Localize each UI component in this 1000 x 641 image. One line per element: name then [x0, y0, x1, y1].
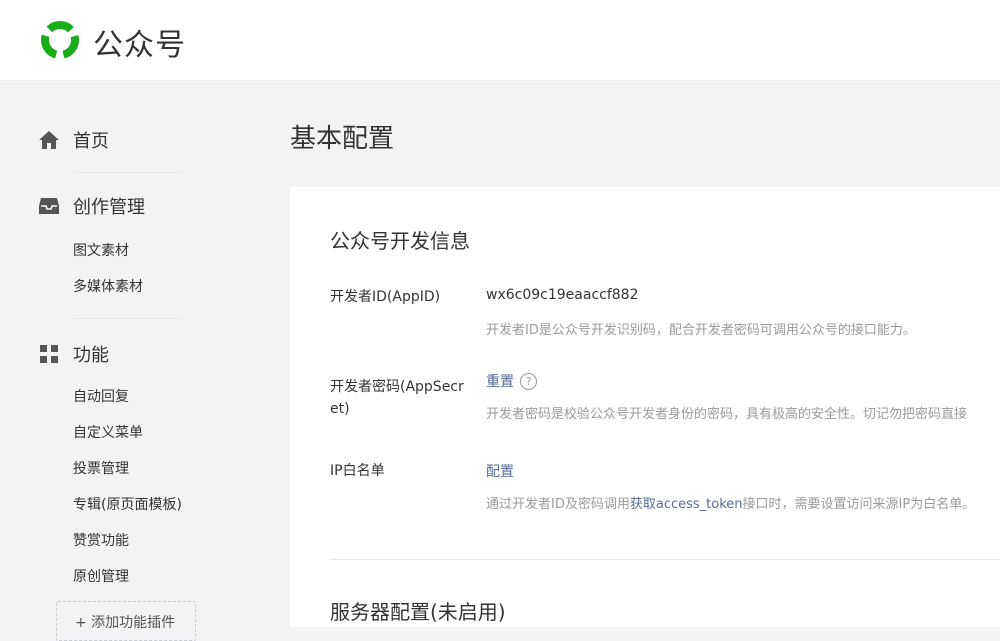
sidebar: 首页 创作管理 图文素材 多媒体素材 功能 自动回复 自定义菜单 投票管理 专辑…: [0, 81, 250, 641]
access-token-link[interactable]: 获取access_token: [630, 497, 743, 512]
reset-secret-link[interactable]: 重置: [486, 374, 514, 390]
page-title: 基本配置: [290, 124, 395, 154]
sidebar-item-features[interactable]: 功能: [38, 341, 109, 367]
section-title-dev-info: 公众号开发信息: [330, 229, 470, 253]
sidebar-divider: [73, 172, 181, 173]
appid-description: 开发者ID是公众号开发识别码，配合开发者密码可调用公众号的接口能力。: [486, 323, 916, 338]
sidebar-item-label: 功能: [73, 345, 109, 366]
brand-name: 公众号: [93, 28, 186, 63]
ip-desc-suffix: 接口时，需要设置访问来源IP为白名单。: [742, 497, 976, 512]
appsecret-label: 开发者密码(AppSecret): [330, 379, 464, 417]
sidebar-item-reward[interactable]: 赞赏功能: [73, 530, 129, 550]
appid-value: wx6c09c19eaaccf882: [486, 287, 639, 303]
appid-label: 开发者ID(AppID): [330, 289, 441, 305]
sidebar-item-home[interactable]: 首页: [38, 127, 109, 153]
help-icon[interactable]: ?: [520, 373, 537, 390]
sidebar-item-label: 首页: [73, 131, 109, 152]
appsecret-actions: 重置?: [486, 371, 537, 391]
sidebar-item-album[interactable]: 专辑(原页面模板): [73, 494, 182, 514]
sidebar-item-vote-management[interactable]: 投票管理: [73, 458, 129, 478]
sidebar-item-content-management[interactable]: 创作管理: [38, 193, 145, 219]
sidebar-item-graphic-material[interactable]: 图文素材: [73, 240, 129, 260]
ip-whitelist-description: 通过开发者ID及密码调用获取access_token接口时，需要设置访问来源IP…: [486, 493, 975, 512]
section-divider: [330, 559, 1000, 560]
section-title-server-config: 服务器配置(未启用): [330, 600, 506, 624]
ip-whitelist-actions: 配置: [486, 461, 514, 481]
sidebar-item-original-management[interactable]: 原创管理: [73, 566, 129, 586]
config-card: 公众号开发信息 开发者ID(AppID) wx6c09c19eaaccf882 …: [290, 187, 1000, 627]
sidebar-item-label: 创作管理: [73, 197, 145, 218]
grid-icon: [38, 343, 60, 365]
configure-ip-link[interactable]: 配置: [486, 464, 514, 480]
inbox-icon: [38, 195, 60, 217]
home-icon: [38, 129, 60, 151]
sidebar-divider: [73, 318, 181, 319]
sidebar-item-auto-reply[interactable]: 自动回复: [73, 386, 129, 406]
ip-whitelist-label: IP白名单: [330, 463, 385, 479]
top-bar: 公众号: [0, 0, 1000, 81]
sidebar-item-multimedia-material[interactable]: 多媒体素材: [73, 276, 143, 296]
wechat-official-logo-icon[interactable]: [38, 18, 82, 62]
appsecret-description: 开发者密码是校验公众号开发者身份的密码，具有极高的安全性。切记勿把密码直接: [486, 407, 968, 422]
ip-desc-prefix: 通过开发者ID及密码调用: [486, 497, 630, 512]
sidebar-item-custom-menu[interactable]: 自定义菜单: [73, 422, 143, 442]
add-plugin-button[interactable]: + 添加功能插件: [56, 601, 196, 641]
